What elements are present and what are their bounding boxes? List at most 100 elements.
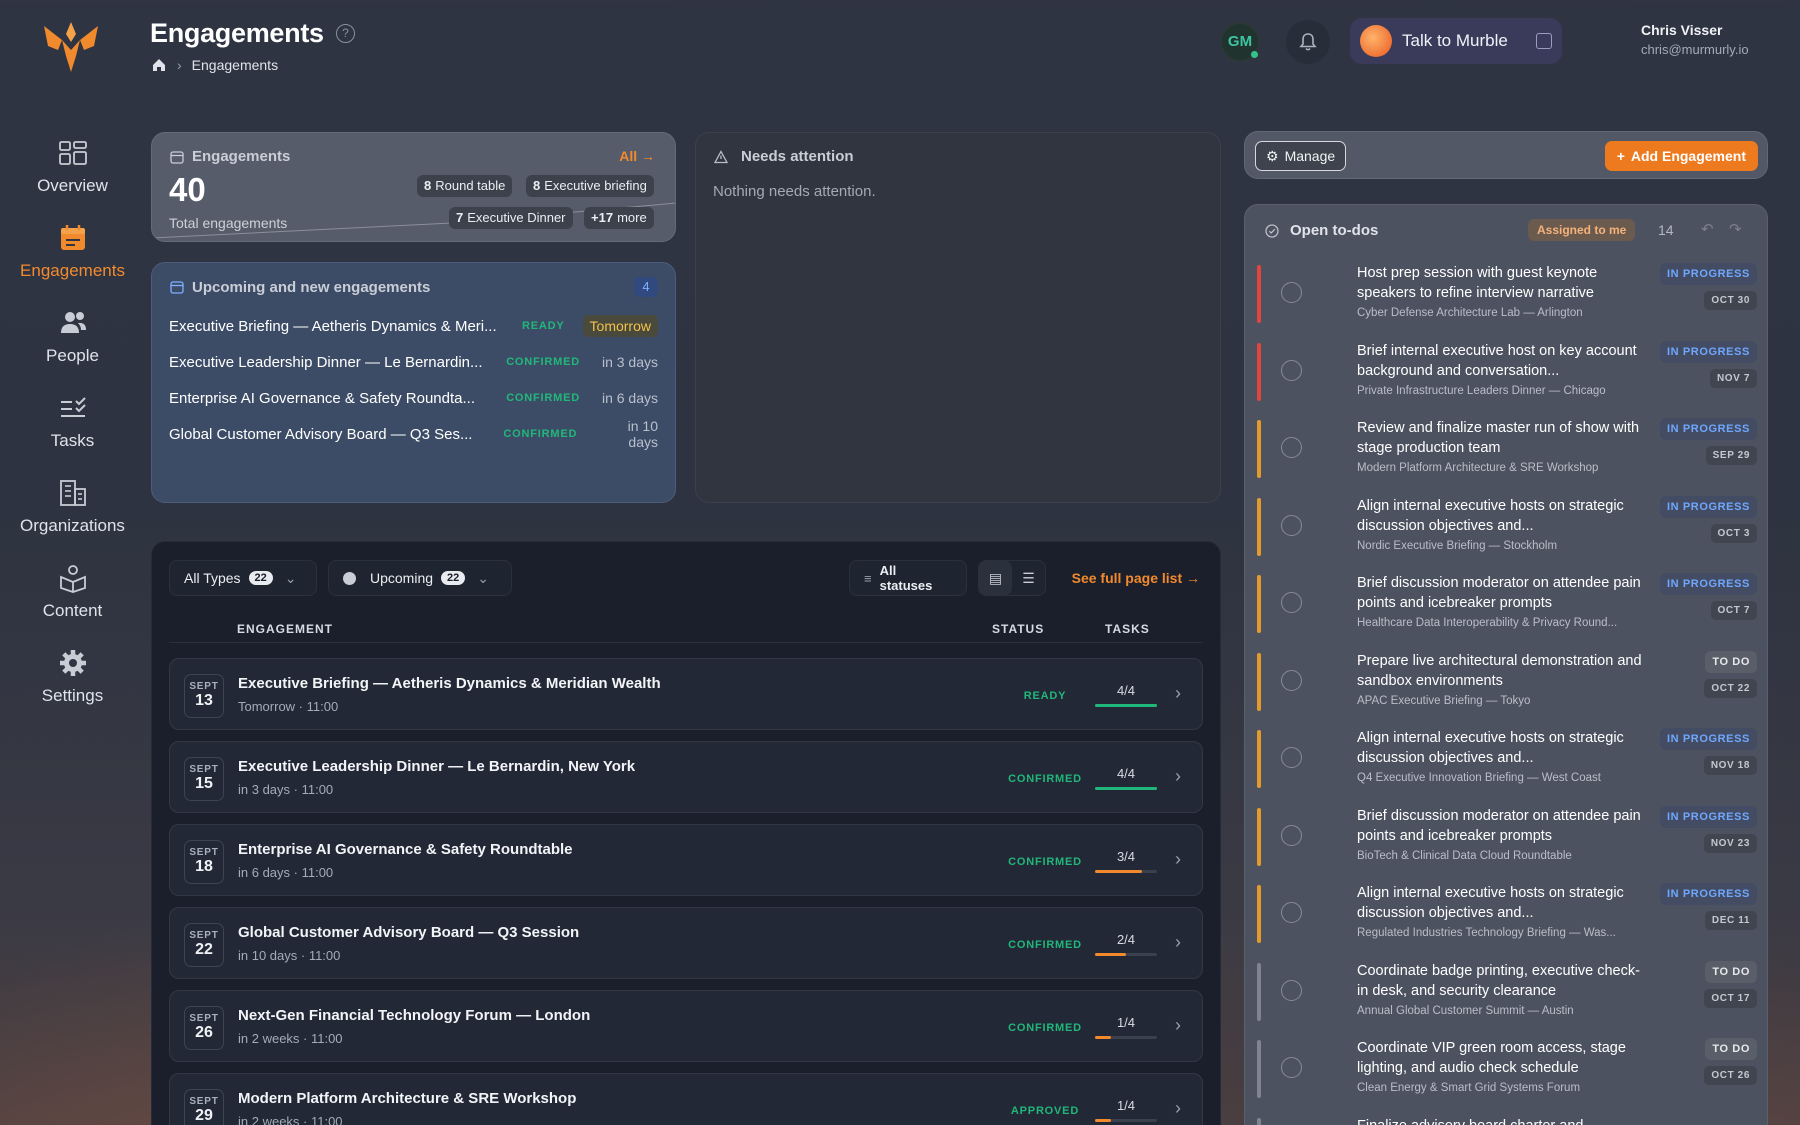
todo-engagement: BioTech & Clinical Data Cloud Roundtable bbox=[1357, 849, 1572, 862]
chevron-right-icon[interactable]: › bbox=[1175, 766, 1181, 787]
upcoming-item[interactable]: Executive Briefing — Aetheris Dynamics &… bbox=[169, 313, 658, 339]
todo-checkbox[interactable] bbox=[1281, 824, 1302, 846]
sidebar-item-content[interactable]: Content bbox=[0, 563, 145, 621]
column-header-engagement[interactable]: ENGAGEMENT bbox=[237, 622, 333, 636]
date-month: SEPT bbox=[189, 681, 219, 692]
todo-item[interactable]: Host prep session with guest keynote spe… bbox=[1257, 263, 1757, 327]
user-name[interactable]: Chris Visser bbox=[1641, 22, 1722, 38]
todo-due-date: OCT 26 bbox=[1704, 1066, 1757, 1085]
todo-checkbox[interactable] bbox=[1281, 979, 1302, 1001]
todo-item[interactable]: Brief discussion moderator on attendee p… bbox=[1257, 805, 1757, 870]
todo-item[interactable]: Finalize advisory board charter and work… bbox=[1257, 1116, 1757, 1125]
todo-title: Coordinate badge printing, executive che… bbox=[1357, 962, 1640, 999]
side-panel-icon[interactable] bbox=[1536, 33, 1552, 49]
chevron-right-icon[interactable]: › bbox=[1175, 1098, 1181, 1119]
todo-status-badge: IN PROGRESS bbox=[1659, 418, 1757, 440]
chip-executive-dinner[interactable]: 7 Executive Dinner bbox=[449, 207, 573, 229]
todo-checkbox[interactable] bbox=[1281, 747, 1302, 768]
header-divider bbox=[169, 642, 1203, 643]
chevron-right-icon[interactable]: › bbox=[1175, 932, 1181, 953]
chip-round-table[interactable]: 8 Round table bbox=[417, 175, 513, 197]
todo-checkbox[interactable] bbox=[1281, 437, 1302, 458]
todo-item[interactable]: Coordinate VIP green room access, stage … bbox=[1257, 1038, 1757, 1102]
column-header-status[interactable]: STATUS bbox=[992, 622, 1044, 636]
sidebar-item-settings[interactable]: Settings bbox=[0, 648, 145, 706]
chevron-down-icon: ⌄ bbox=[477, 569, 490, 586]
todo-checkbox[interactable] bbox=[1281, 902, 1302, 923]
all-engagements-link[interactable]: All → bbox=[619, 148, 655, 164]
sidebar-item-label: Tasks bbox=[50, 431, 95, 450]
todo-item[interactable]: Prepare live architectural demonstration… bbox=[1257, 650, 1757, 715]
todo-item[interactable]: Align internal executive hosts on strate… bbox=[1257, 728, 1757, 792]
date-badge: SEPT 13 bbox=[184, 674, 224, 718]
table-row[interactable]: SEPT 22 Global Customer Advisory Board — Q… bbox=[169, 907, 1203, 979]
table-row[interactable]: SEPT 29 Modern Platform Architecture & SRE… bbox=[169, 1073, 1203, 1125]
murmurly-logo[interactable] bbox=[40, 20, 102, 76]
todo-item[interactable]: Brief internal executive host on key acc… bbox=[1257, 340, 1757, 405]
todo-checkbox[interactable] bbox=[1281, 359, 1302, 381]
engagement-tasks: 1/4 bbox=[1116, 1015, 1136, 1030]
filter-status-button[interactable]: ≡ All statuses bbox=[849, 560, 967, 596]
table-row[interactable]: SEPT 13 Executive Briefing — Aetheris Dyna… bbox=[169, 658, 1203, 730]
upcoming-item-when: in 10 days bbox=[627, 418, 658, 450]
todo-item[interactable]: Coordinate badge printing, executive che… bbox=[1257, 960, 1757, 1025]
column-header-tasks[interactable]: TASKS bbox=[1105, 622, 1150, 636]
sidebar-item-engagements[interactable]: Engagements bbox=[0, 223, 145, 281]
todo-engagement: Modern Platform Architecture & SRE Works… bbox=[1357, 462, 1599, 474]
engagement-when: in 2 weeks · 11:00 bbox=[238, 1031, 343, 1046]
todo-checkbox[interactable] bbox=[1281, 669, 1302, 691]
todo-checkbox[interactable] bbox=[1281, 514, 1302, 536]
priority-stripe bbox=[1257, 342, 1261, 401]
filter-types-dropdown[interactable]: All Types 22 ⌄ bbox=[169, 560, 317, 596]
engagement-tasks: 1/4 bbox=[1116, 1098, 1136, 1113]
sidebar-item-tasks[interactable]: Tasks bbox=[0, 393, 145, 451]
undo-icon[interactable]: ↶ bbox=[1701, 220, 1714, 238]
list-view-icon[interactable]: ▤ bbox=[979, 561, 1012, 595]
todo-item[interactable]: Align internal executive hosts on strate… bbox=[1257, 495, 1757, 560]
todo-checkbox[interactable] bbox=[1281, 1057, 1302, 1078]
add-engagement-button[interactable]: + Add Engagement bbox=[1604, 141, 1758, 171]
chevron-right-icon[interactable]: › bbox=[1175, 683, 1181, 704]
chevron-right-icon[interactable]: › bbox=[1175, 1015, 1181, 1036]
notifications-button[interactable] bbox=[1286, 20, 1330, 64]
engagement-title: Global Customer Advisory Board — Q3 Sess… bbox=[238, 924, 580, 941]
upcoming-item[interactable]: Global Customer Advisory Board — Q3 Ses.… bbox=[169, 418, 658, 450]
help-icon[interactable]: ? bbox=[336, 24, 355, 43]
date-month: SEPT bbox=[189, 764, 219, 775]
table-row[interactable]: SEPT 18 Enterprise AI Governance & Safety … bbox=[169, 824, 1203, 896]
todo-item[interactable]: Brief discussion moderator on attendee p… bbox=[1257, 573, 1757, 637]
todo-status-badge: IN PROGRESS bbox=[1659, 728, 1757, 750]
redo-icon[interactable]: ↷ bbox=[1729, 220, 1742, 238]
see-full-page-list-link[interactable]: See full page list → bbox=[1072, 570, 1200, 586]
todo-checkbox[interactable] bbox=[1281, 282, 1302, 303]
sidebar-item-people[interactable]: People bbox=[0, 308, 145, 366]
filter-time-dropdown[interactable]: Upcoming 22 ⌄ bbox=[328, 560, 512, 596]
calendar-icon bbox=[170, 151, 184, 164]
todo-item[interactable]: Review and finalize master run of show w… bbox=[1257, 418, 1757, 482]
todo-checkbox[interactable] bbox=[1281, 592, 1302, 613]
upcoming-item[interactable]: Enterprise AI Governance & Safety Roundt… bbox=[169, 385, 658, 411]
task-progress-fill bbox=[1095, 1036, 1111, 1039]
task-progress-fill bbox=[1095, 1119, 1111, 1122]
chevron-right-icon[interactable]: › bbox=[1175, 849, 1181, 870]
table-row[interactable]: SEPT 15 Executive Leadership Dinner — Le B… bbox=[169, 741, 1203, 813]
table-row[interactable]: SEPT 26 Next-Gen Financial Technology Foru… bbox=[169, 990, 1203, 1062]
sidebar-item-organizations[interactable]: Organizations bbox=[0, 478, 145, 536]
todo-title: Coordinate VIP green room access, stage … bbox=[1357, 1040, 1626, 1076]
filter-types-count: 22 bbox=[248, 571, 273, 585]
date-month: SEPT bbox=[189, 1013, 219, 1024]
chip-more[interactable]: +17 more bbox=[584, 207, 654, 229]
assigned-to-me-filter[interactable]: Assigned to me bbox=[1528, 219, 1636, 241]
todo-item[interactable]: Align internal executive hosts on strate… bbox=[1257, 883, 1757, 947]
home-icon[interactable] bbox=[151, 57, 167, 73]
engagements-stats-card[interactable]: Engagements All → 40 Total engagements 8… bbox=[151, 132, 676, 242]
filter-types-label: All Types bbox=[184, 570, 241, 586]
sidebar-item-overview[interactable]: Overview bbox=[0, 138, 145, 196]
compact-view-icon[interactable]: ☰ bbox=[1012, 561, 1045, 595]
talk-to-murble-button[interactable]: Talk to Murble bbox=[1350, 18, 1562, 64]
upcoming-item[interactable]: Executive Leadership Dinner — Le Bernard… bbox=[169, 349, 658, 375]
date-day: 29 bbox=[195, 1107, 213, 1124]
chip-executive-briefing[interactable]: 8 Executive briefing bbox=[526, 175, 654, 197]
date-day: 22 bbox=[195, 941, 213, 958]
manage-button[interactable]: ⚙ Manage bbox=[1255, 141, 1347, 171]
